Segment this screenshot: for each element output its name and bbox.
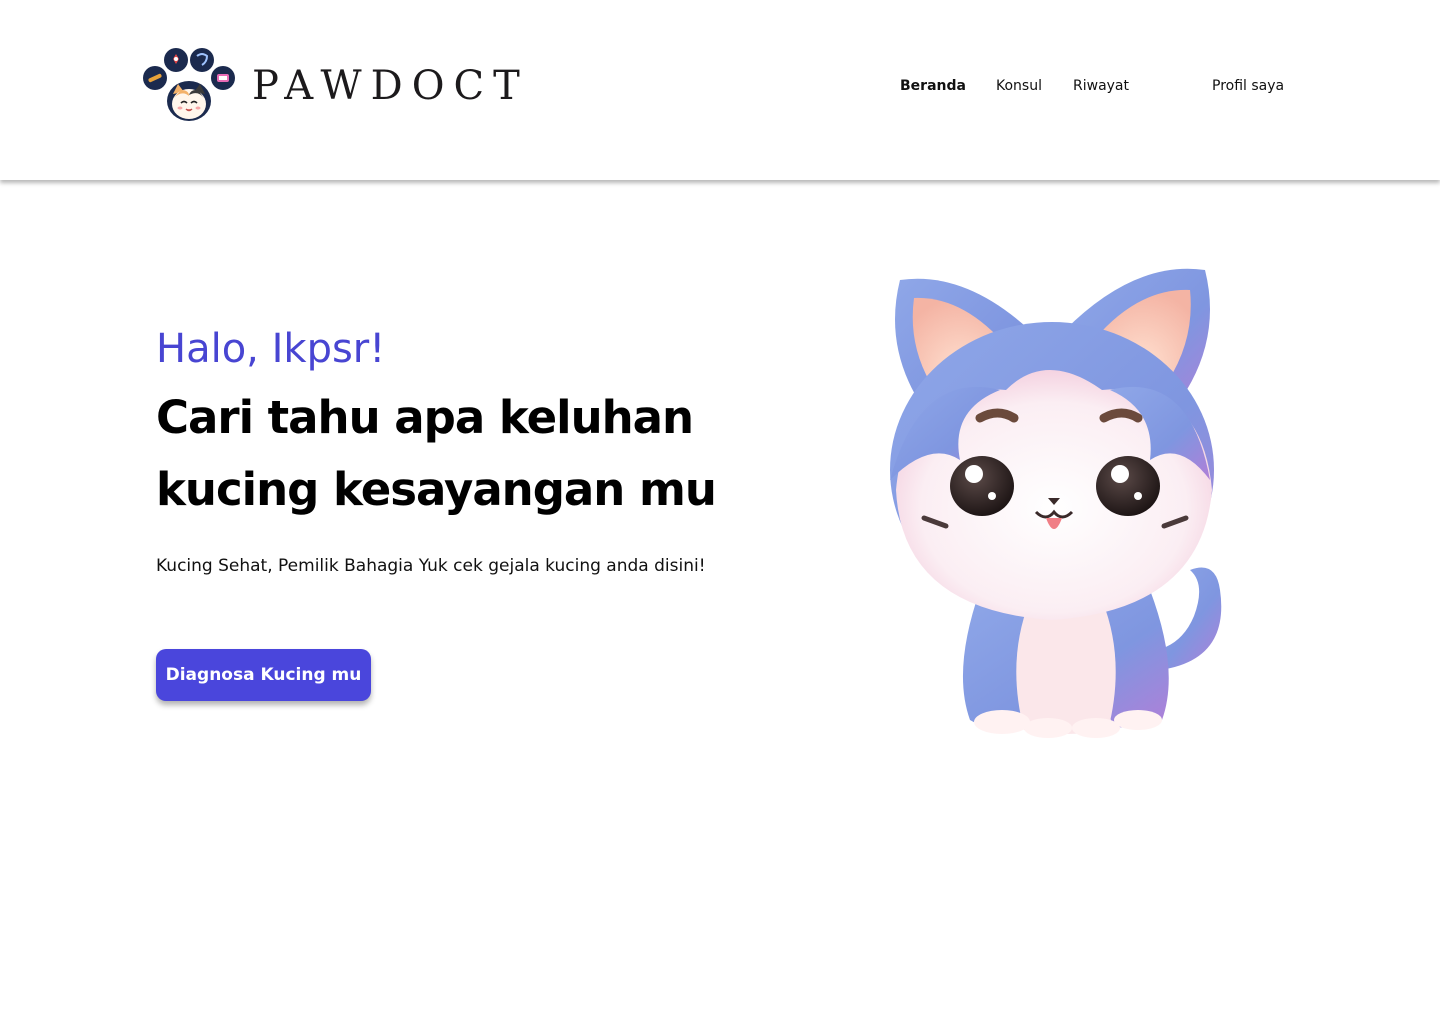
hero-title: Cari tahu apa keluhan kucing kesayangan … — [156, 391, 717, 516]
main-nav: Beranda Konsul Riwayat Profil saya — [0, 78, 1440, 98]
nav-item-beranda[interactable]: Beranda — [900, 78, 966, 94]
top-navbar: PAWDOCT Beranda Konsul Riwayat Profil sa… — [0, 0, 1440, 180]
diagnose-cat-button[interactable]: Diagnosa Kucing mu — [156, 649, 371, 701]
hero-greeting: Halo, Ikpsr! — [156, 326, 386, 372]
hero-subtitle: Kucing Sehat, Pemilik Bahagia Yuk cek ge… — [156, 556, 706, 576]
nav-item-konsul[interactable]: Konsul — [996, 78, 1042, 94]
blue-cat-illustration — [890, 268, 1222, 738]
nav-item-profile[interactable]: Profil saya — [1212, 78, 1284, 94]
nav-item-riwayat[interactable]: Riwayat — [1073, 78, 1129, 94]
